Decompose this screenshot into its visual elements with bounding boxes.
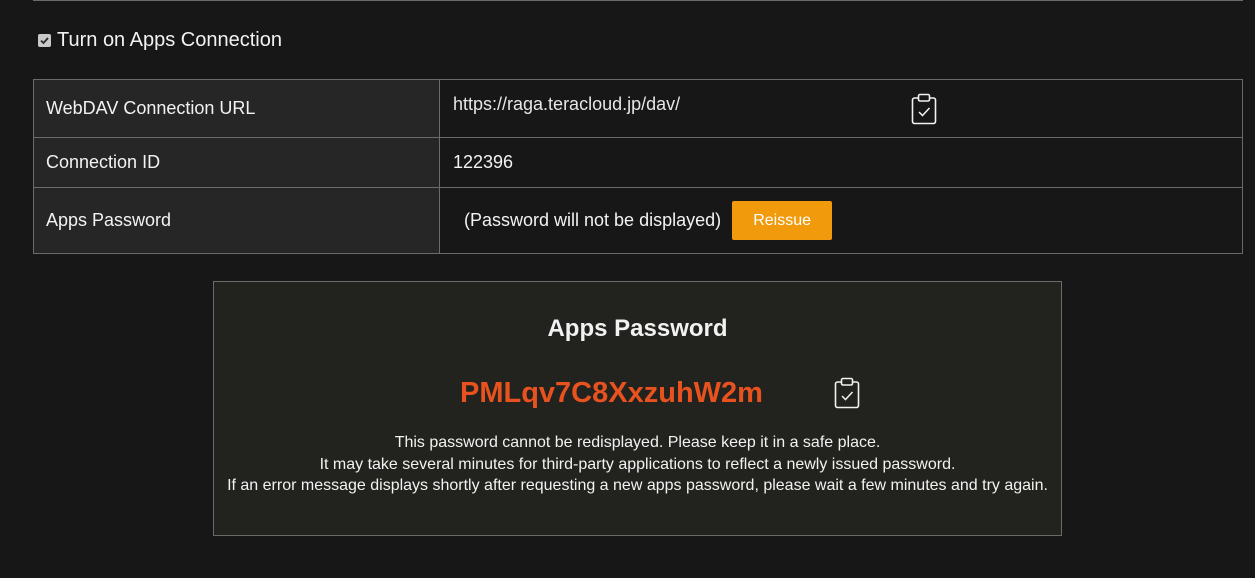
generated-password[interactable]: PMLqv7C8XxzuhW2m bbox=[460, 377, 763, 410]
notice-line: This password cannot be redisplayed. Ple… bbox=[394, 434, 881, 451]
table-row: WebDAV Connection URL https://raga.terac… bbox=[33, 79, 1243, 138]
apps-password-label: Apps Password bbox=[33, 187, 440, 254]
clipboard-check-icon[interactable] bbox=[911, 93, 937, 130]
apps-password-cell: (Password will not be displayed) Reissue bbox=[439, 187, 1243, 254]
top-divider bbox=[33, 0, 1243, 1]
reissue-button[interactable]: Reissue bbox=[732, 201, 833, 240]
webdav-url-value[interactable]: https://raga.teracloud.jp/dav/ bbox=[453, 94, 680, 115]
password-hidden-note: (Password will not be displayed) bbox=[464, 210, 722, 230]
connection-id-label: Connection ID bbox=[33, 137, 440, 188]
notice-line: If an error message displays shortly aft… bbox=[227, 477, 1048, 494]
table-row: Connection ID 122396 bbox=[33, 137, 1243, 188]
apps-connection-page: Turn on Apps Connection WebDAV Connectio… bbox=[0, 0, 1255, 578]
webdav-url-label: WebDAV Connection URL bbox=[33, 79, 440, 138]
password-notice: This password cannot be redisplayed. Ple… bbox=[224, 432, 1051, 497]
apps-connection-checkbox[interactable] bbox=[38, 33, 51, 47]
apps-connection-toggle[interactable]: Turn on Apps Connection bbox=[38, 26, 282, 54]
notice-line: It may take several minutes for third-pa… bbox=[319, 455, 956, 473]
clipboard-check-icon[interactable] bbox=[834, 377, 860, 414]
table-row: Apps Password (Password will not be disp… bbox=[33, 187, 1243, 254]
webdav-url-cell: https://raga.teracloud.jp/dav/ bbox=[439, 79, 1243, 138]
connection-info-table: WebDAV Connection URL https://raga.terac… bbox=[33, 79, 1243, 254]
panel-title: Apps Password bbox=[547, 315, 728, 342]
apps-connection-label: Turn on Apps Connection bbox=[57, 28, 282, 51]
apps-password-panel: Apps Password PMLqv7C8XxzuhW2m This pass… bbox=[213, 281, 1062, 536]
check-icon bbox=[40, 36, 49, 44]
connection-id-value: 122396 bbox=[439, 137, 1243, 188]
